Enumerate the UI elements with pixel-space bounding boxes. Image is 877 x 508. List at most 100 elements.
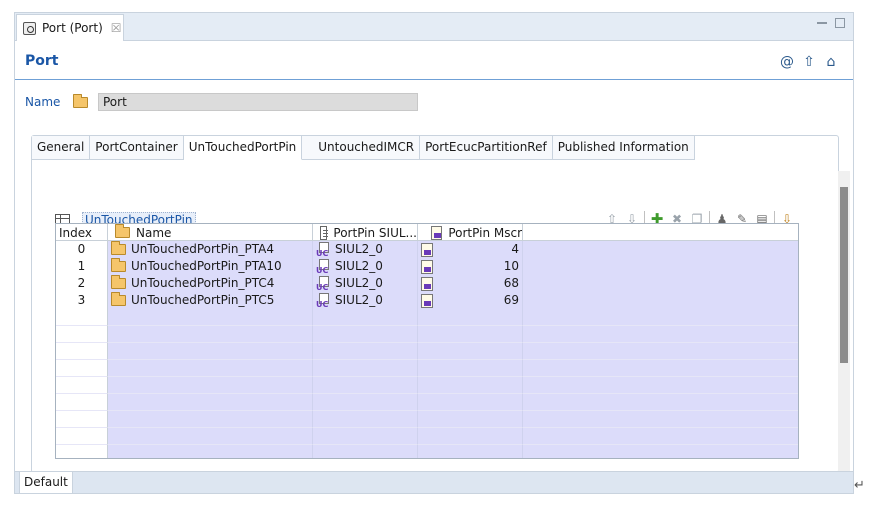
row-name: UnTouchedPortPin_PTC5: [131, 293, 275, 307]
editor-tab-bar: Port (Port) ☒: [15, 13, 853, 41]
folder-icon: [73, 93, 88, 108]
row-siul: SIUL2_0: [335, 276, 383, 290]
tab-untouchedportpin[interactable]: UnTouchedPortPin: [183, 136, 303, 160]
name-row: Name Port: [25, 92, 418, 112]
untouched-port-pin-table: Index Name PortPin SIUL... PortPin Mscr …: [55, 223, 799, 459]
number-field-icon: [431, 225, 443, 240]
column-header-mscr[interactable]: PortPin Mscr: [418, 224, 523, 241]
row-mscr: 69: [503, 293, 519, 307]
tab-default[interactable]: Default: [19, 472, 73, 494]
editor-tab-label: Port (Port): [42, 21, 103, 35]
row-siul: SIUL2_0: [335, 259, 383, 273]
row-name-cell[interactable]: UnTouchedPortPin_PTC4: [108, 275, 313, 292]
number-field-icon: [421, 242, 433, 257]
row-name-cell[interactable]: UnTouchedPortPin_PTA10: [108, 258, 313, 275]
arrow-up-icon[interactable]: ⇧: [801, 54, 817, 70]
row-mscr: 10: [503, 259, 519, 273]
number-field-icon: [421, 293, 433, 308]
tab-general[interactable]: General: [32, 136, 91, 160]
tab-portcontainer[interactable]: PortContainer: [90, 136, 184, 160]
unicode-config-icon: UC: [316, 242, 329, 258]
empty-row: [56, 309, 798, 326]
bottom-tab-bar: Default: [15, 471, 853, 494]
folder-icon: [111, 258, 126, 272]
empty-row: [56, 445, 798, 458]
maximize-icon[interactable]: [835, 18, 845, 28]
window-controls: [817, 18, 845, 28]
vertical-scrollbar[interactable]: [838, 171, 850, 473]
row-mscr: 68: [503, 276, 519, 290]
column-header-index[interactable]: Index: [56, 224, 108, 241]
module-icon: [23, 21, 36, 35]
table-body: 0 UnTouchedPortPin_PTA4 UC SIUL2_0 4 1 U…: [56, 241, 798, 458]
column-header-name[interactable]: Name: [108, 224, 313, 241]
row-mscr-cell[interactable]: 68: [418, 275, 523, 292]
unicode-config-icon: UC: [316, 293, 329, 309]
row-siul: SIUL2_0: [335, 293, 383, 307]
table-row[interactable]: 3 UnTouchedPortPin_PTC5 UC SIUL2_0 69: [56, 292, 798, 309]
minimize-icon[interactable]: [817, 22, 827, 24]
column-header-name-label: Name: [136, 225, 172, 240]
folder-icon: [111, 241, 126, 255]
empty-row: [56, 377, 798, 394]
page-title: Port: [25, 53, 59, 69]
table-row[interactable]: 2 UnTouchedPortPin_PTC4 UC SIUL2_0 68: [56, 275, 798, 292]
close-icon[interactable]: ☒: [111, 21, 122, 35]
folder-icon: [111, 275, 126, 289]
home-icon[interactable]: ⌂: [823, 54, 839, 70]
row-name-cell[interactable]: UnTouchedPortPin_PTA4: [108, 241, 313, 258]
row-filler: [523, 258, 798, 275]
row-siul-cell[interactable]: UC SIUL2_0: [313, 275, 418, 292]
table-header: Index Name PortPin SIUL... PortPin Mscr: [56, 224, 798, 241]
column-header-filler: [523, 224, 798, 241]
row-name-cell[interactable]: UnTouchedPortPin_PTC5: [108, 292, 313, 309]
row-index: 0: [56, 241, 108, 258]
at-sign-icon[interactable]: @: [779, 54, 795, 70]
tab-portecucpartitionref[interactable]: PortEcucPartitionRef: [420, 136, 553, 160]
row-name: UnTouchedPortPin_PTA10: [131, 259, 282, 273]
row-filler: [523, 292, 798, 309]
scrollbar-thumb[interactable]: [840, 187, 848, 363]
row-filler: [523, 275, 798, 292]
row-index: 2: [56, 275, 108, 292]
row-name: UnTouchedPortPin_PTC4: [131, 276, 275, 290]
row-mscr-cell[interactable]: 4: [418, 241, 523, 258]
title-actions: @ ⇧ ⌂: [779, 54, 839, 70]
name-label: Name: [25, 95, 61, 109]
column-header-siul[interactable]: PortPin SIUL...: [313, 224, 418, 241]
document-icon: [320, 225, 329, 240]
tab-untouchedimcr[interactable]: UntouchedIMCR: [302, 136, 421, 160]
empty-row: [56, 428, 798, 445]
row-siul-cell[interactable]: UC SIUL2_0: [313, 292, 418, 309]
column-header-siul-label: PortPin SIUL...: [333, 225, 417, 240]
empty-row: [56, 411, 798, 428]
tab-published-information[interactable]: Published Information: [552, 136, 695, 160]
return-arrow-icon: ↵: [854, 478, 865, 493]
row-siul: SIUL2_0: [335, 242, 383, 256]
column-header-mscr-label: PortPin Mscr: [448, 225, 522, 240]
row-mscr: 4: [511, 242, 519, 256]
unicode-config-icon: UC: [316, 276, 329, 292]
empty-row: [56, 343, 798, 360]
row-name: UnTouchedPortPin_PTA4: [131, 242, 275, 256]
unicode-config-icon: UC: [316, 259, 329, 275]
folder-icon: [111, 292, 126, 306]
config-tab-strip: General PortContainer UnTouchedPortPin U…: [32, 136, 695, 160]
empty-row: [56, 360, 798, 377]
table-row[interactable]: 0 UnTouchedPortPin_PTA4 UC SIUL2_0 4: [56, 241, 798, 258]
name-field[interactable]: Port: [98, 93, 418, 111]
editor-tab-port[interactable]: Port (Port) ☒: [16, 14, 124, 41]
row-mscr-cell[interactable]: 10: [418, 258, 523, 275]
row-siul-cell[interactable]: UC SIUL2_0: [313, 258, 418, 275]
table-row[interactable]: 1 UnTouchedPortPin_PTA10 UC SIUL2_0 10: [56, 258, 798, 275]
row-mscr-cell[interactable]: 69: [418, 292, 523, 309]
row-siul-cell[interactable]: UC SIUL2_0: [313, 241, 418, 258]
row-index: 3: [56, 292, 108, 309]
row-filler: [523, 241, 798, 258]
empty-row: [56, 394, 798, 411]
number-field-icon: [421, 276, 433, 291]
number-field-icon: [421, 259, 433, 274]
folder-icon: [115, 224, 130, 238]
row-index: 1: [56, 258, 108, 275]
empty-row: [56, 326, 798, 343]
